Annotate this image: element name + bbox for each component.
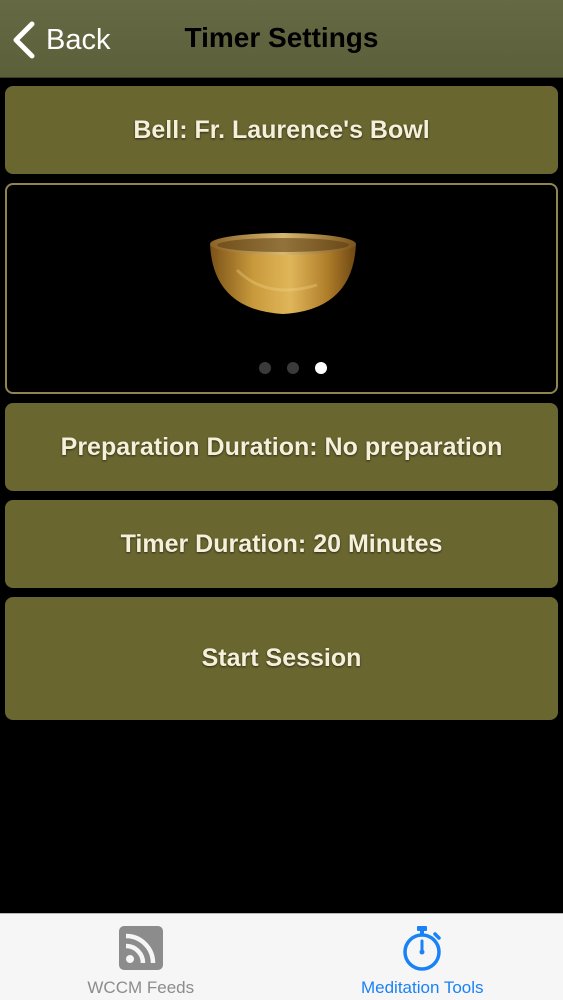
tab-meditation-tools[interactable]: Meditation Tools xyxy=(282,914,563,1000)
tab-wccm-feeds[interactable]: WCCM Feeds xyxy=(0,914,282,1000)
start-label: Start Session xyxy=(201,644,362,672)
rss-feed-icon xyxy=(118,926,163,970)
stopwatch-icon xyxy=(403,926,441,971)
tab-label: WCCM Feeds xyxy=(87,978,195,997)
bell-label: Bell: Fr. Laurence's Bowl xyxy=(133,115,430,144)
page-dot[interactable] xyxy=(258,362,271,374)
tab-label: Meditation Tools xyxy=(360,978,484,997)
bell-select-button[interactable]: Bell: Fr. Laurence's Bowl xyxy=(5,86,558,174)
bell-carousel[interactable] xyxy=(5,183,558,394)
timer-duration-button[interactable]: Timer Duration: 20 Minutes xyxy=(5,500,558,588)
timer-label: Timer Duration: 20 Minutes xyxy=(120,529,443,558)
page-title: Timer Settings xyxy=(184,22,379,53)
navigation-bar: Back Timer Settings xyxy=(0,0,563,78)
start-session-button[interactable]: Start Session xyxy=(5,597,558,720)
preparation-label: Preparation Duration: No preparation xyxy=(60,432,503,461)
page-dot[interactable] xyxy=(286,362,299,374)
singing-bowl-image xyxy=(210,233,356,314)
tab-bar: WCCM Feeds Meditation Tools xyxy=(0,913,563,1000)
page-dot-active[interactable] xyxy=(314,362,327,374)
preparation-duration-button[interactable]: Preparation Duration: No preparation xyxy=(5,403,558,491)
page-indicator[interactable] xyxy=(7,362,556,374)
